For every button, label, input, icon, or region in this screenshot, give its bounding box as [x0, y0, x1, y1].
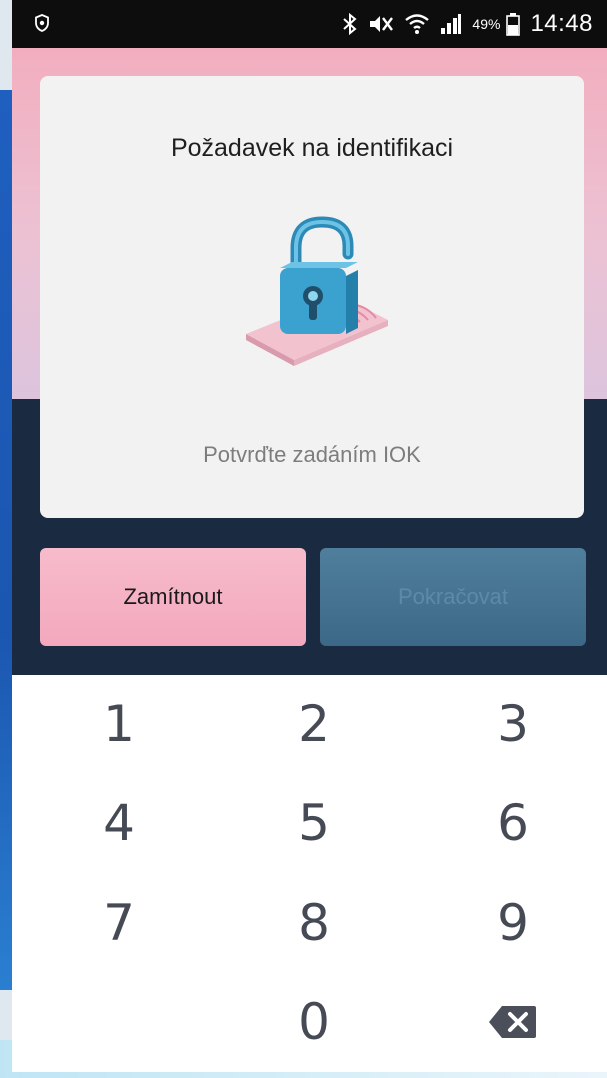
backspace-icon	[488, 1004, 538, 1040]
key-6[interactable]: 6	[433, 778, 593, 868]
app-area: Požadavek na identifikaci Potvrďte zadán…	[12, 48, 607, 675]
key-5[interactable]: 5	[234, 778, 394, 868]
key-9[interactable]: 9	[433, 878, 593, 968]
status-bar: 49% 14:48	[12, 0, 607, 48]
signal-icon	[440, 13, 462, 35]
key-4[interactable]: 4	[39, 778, 199, 868]
key-0[interactable]: 0	[234, 977, 394, 1067]
shield-icon	[34, 14, 50, 32]
key-8[interactable]: 8	[234, 878, 394, 968]
padlock-icon	[280, 216, 358, 334]
battery-icon	[506, 12, 521, 36]
key-1[interactable]: 1	[39, 679, 199, 769]
reject-button[interactable]: Zamítnout	[40, 548, 306, 646]
backspace-button[interactable]	[433, 977, 593, 1067]
mute-icon	[368, 13, 394, 35]
bluetooth-icon	[342, 12, 358, 36]
key-7[interactable]: 7	[39, 878, 199, 968]
dialog-hint: Potvrďte zadáním IOK	[203, 442, 421, 467]
phone-screen: 49% 14:48 Požadavek na identifikaci Potv…	[12, 0, 607, 1072]
key-2[interactable]: 2	[234, 679, 394, 769]
battery-percent: 49%	[472, 16, 501, 32]
clock: 14:48	[530, 10, 593, 37]
wifi-icon	[404, 12, 430, 36]
padlock-card-illustration	[236, 216, 396, 376]
key-3[interactable]: 3	[433, 679, 593, 769]
continue-button[interactable]: Pokračovat	[320, 548, 586, 646]
dialog-title: Požadavek na identifikaci	[170, 134, 454, 162]
identification-dialog: Požadavek na identifikaci Potvrďte zadán…	[40, 76, 584, 518]
numeric-keypad: 1 2 3 4 5 6 7 8 9 0	[12, 675, 607, 1072]
